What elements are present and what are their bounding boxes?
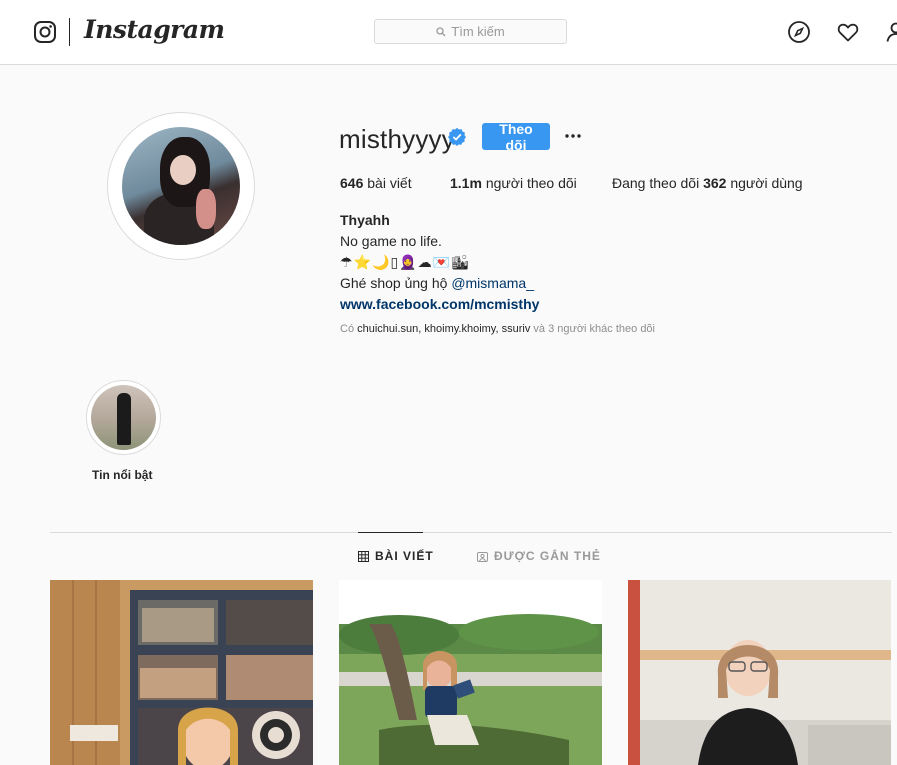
instagram-wordmark[interactable]: Instagram [84, 15, 225, 44]
profile-username: misthyyyy [339, 124, 455, 154]
profile-avatar[interactable] [107, 112, 255, 260]
search-input[interactable]: Tìm kiếm [374, 19, 567, 44]
story-highlight[interactable] [86, 380, 161, 455]
bio-shop-line: Ghé shop ủng hộ @mismama_ [340, 273, 539, 294]
followed-by-prefix: Có [340, 323, 358, 335]
highlight-cover-photo [91, 385, 156, 450]
tab-posts[interactable]: BÀI VIẾT [358, 549, 434, 563]
tag-icon [477, 551, 488, 562]
posts-label: bài viết [367, 175, 412, 191]
post-thumbnail[interactable] [628, 580, 891, 765]
brand-divider [69, 18, 70, 46]
avatar-photo [122, 127, 240, 245]
post-photo-park [339, 580, 602, 765]
posts-count: 646 [340, 175, 364, 191]
more-options-icon[interactable] [563, 126, 583, 146]
tab-tagged[interactable]: ĐƯỢC GẮN THẺ [477, 549, 601, 563]
tabs-divider [50, 532, 892, 533]
followed-by-text[interactable]: Có chuichui.sun, khoimy.khoimy, ssuriv v… [340, 323, 655, 335]
search-icon [436, 26, 446, 36]
grid-icon [358, 550, 369, 562]
profile-bio: Thyahh No game no life. ☂ ⭐ 🌙 ▯ 🧕 ☁ 💌 🏙 … [340, 210, 539, 315]
followers-stat[interactable]: 1.1m người theo dõi [450, 175, 577, 191]
shop-mention-link[interactable]: @mismama_ [451, 275, 534, 291]
followed-by-suffix: và 3 người khác theo dõi [530, 323, 655, 335]
external-link[interactable]: www.facebook.com/mcmisthy [340, 294, 539, 315]
love-letter-emoji: 💌 [432, 254, 451, 270]
person-emoji: 🧕 [399, 254, 417, 270]
cloud-emoji: ☁ [417, 254, 432, 270]
highlight-label[interactable]: Tin nổi bật [92, 468, 152, 482]
star-emoji: ⭐ [353, 254, 371, 270]
following-count: 362 [703, 175, 727, 191]
profile-user-icon[interactable] [884, 20, 897, 44]
post-photo-bookshelf [50, 580, 313, 765]
posts-stat: 646 bài viết [340, 175, 412, 191]
follow-button[interactable]: Theo dõi [482, 121, 550, 153]
heart-activity-icon[interactable] [836, 20, 860, 44]
followers-count: 1.1m [450, 175, 482, 191]
umbrella-emoji: ☂ [340, 254, 353, 270]
tab-tagged-label: ĐƯỢC GẮN THẺ [494, 549, 601, 563]
search-placeholder: Tìm kiếm [451, 24, 505, 39]
bio-emoji-row: ☂ ⭐ 🌙 ▯ 🧕 ☁ 💌 🏙 [340, 252, 539, 273]
profile-full-name: Thyahh [340, 212, 390, 228]
post-thumbnail[interactable] [50, 580, 313, 765]
followers-label: người theo dõi [485, 175, 577, 191]
tab-posts-label: BÀI VIẾT [375, 549, 434, 563]
moon-emoji: 🌙 [372, 254, 390, 270]
top-nav-bar: Instagram Tìm kiếm [0, 0, 897, 65]
active-tab-indicator [358, 532, 423, 533]
followed-by-names[interactable]: chuichui.sun, khoimy.khoimy, ssuriv [357, 323, 530, 335]
post-photo-portrait [628, 580, 891, 765]
post-thumbnail[interactable] [339, 580, 602, 765]
bio-line: No game no life. [340, 233, 442, 249]
box-glyph: ▯ [390, 254, 399, 270]
following-prefix: Đang theo dõi [612, 175, 700, 191]
following-suffix: người dùng [730, 175, 803, 191]
city-emoji: 🏙 [451, 254, 469, 270]
instagram-glyph-icon[interactable] [33, 20, 57, 44]
compass-explore-icon[interactable] [787, 20, 811, 44]
shop-text: Ghé shop ủng hộ [340, 275, 452, 291]
verified-badge-icon [448, 128, 466, 146]
following-stat[interactable]: Đang theo dõi 362 người dùng [612, 175, 803, 191]
